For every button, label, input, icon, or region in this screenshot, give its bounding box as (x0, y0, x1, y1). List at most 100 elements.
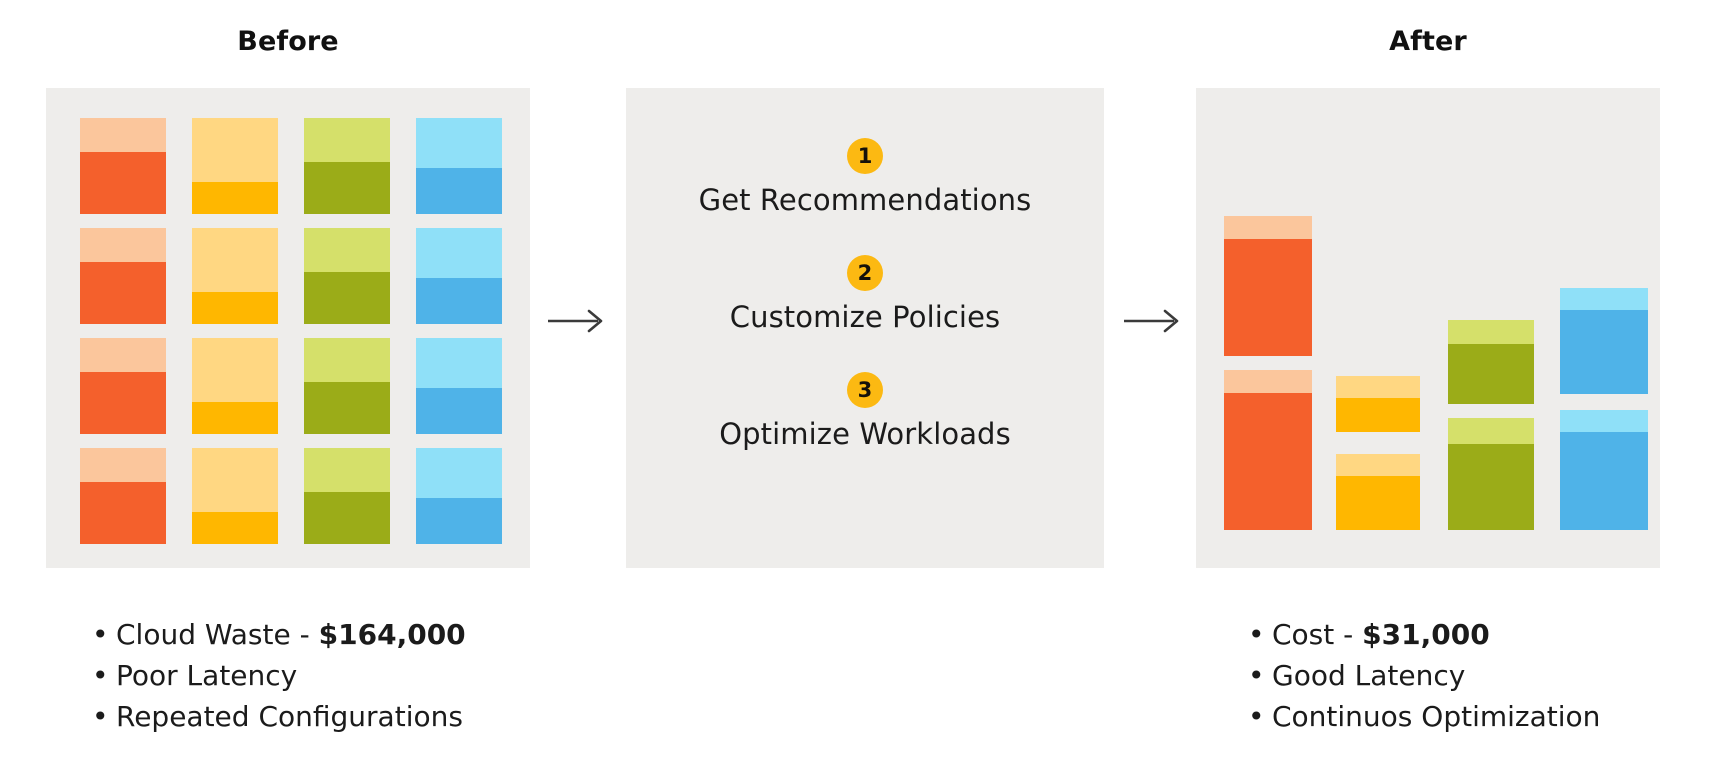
list-item: • Repeated Configurations (92, 696, 652, 737)
list-item-amount: $164,000 (318, 618, 466, 651)
workload-cell (192, 448, 278, 544)
step-item[interactable]: 1 Get Recommendations (699, 138, 1032, 217)
workload-cell (80, 228, 166, 324)
workload-cell-top-segment (192, 338, 278, 402)
page-title-before: Before (237, 26, 339, 57)
after-bar-top-segment (1560, 410, 1648, 432)
workload-cell-top-segment (304, 118, 390, 162)
workload-cell-top-segment (416, 338, 502, 388)
list-item: • Poor Latency (92, 655, 652, 696)
list-item-label: Cost - $31,000 (1272, 618, 1490, 651)
workload-cell-top-segment (80, 118, 166, 152)
workload-cell (80, 448, 166, 544)
bullet-dot-icon: • (92, 700, 109, 733)
workload-cell-top-segment (80, 448, 166, 482)
after-bar-bottom-segment (1336, 398, 1420, 432)
workload-cell-top-segment (80, 228, 166, 262)
workload-cell-top-segment (192, 118, 278, 182)
step-label: Get Recommendations (698, 183, 1032, 217)
workload-cell (416, 228, 502, 324)
workload-cell-bottom-segment (192, 182, 278, 214)
workload-cell (192, 118, 278, 214)
bullet-dot-icon: • (1248, 700, 1265, 733)
workload-cell-top-segment (416, 118, 502, 168)
workload-cell-bottom-segment (416, 388, 502, 434)
workload-cell-bottom-segment (416, 168, 502, 214)
list-item-amount: $31,000 (1362, 618, 1490, 651)
workload-cell (80, 118, 166, 214)
after-bar-bottom-segment (1336, 476, 1420, 530)
workload-cell-bottom-segment (192, 292, 278, 324)
after-bar-bottom-segment (1560, 432, 1648, 530)
workload-cell-bottom-segment (304, 272, 390, 324)
list-item-label: Poor Latency (116, 659, 298, 692)
list-item: • Cost - $31,000 (1248, 614, 1718, 655)
step-label: Optimize Workloads (719, 417, 1011, 451)
after-bar-top-segment (1336, 376, 1420, 398)
after-bar-bottom-segment (1448, 344, 1534, 404)
after-workload-bar (1560, 410, 1648, 530)
after-workload-bar (1448, 418, 1534, 530)
after-bar-top-segment (1560, 288, 1648, 310)
before-workload-grid (80, 118, 504, 544)
workload-cell-bottom-segment (192, 512, 278, 544)
bullet-dot-icon: • (92, 659, 109, 692)
after-workload-bar (1448, 320, 1534, 404)
workload-cell-bottom-segment (80, 262, 166, 324)
workload-cell (192, 338, 278, 434)
after-bar-bottom-segment (1224, 393, 1312, 530)
after-workload-bar (1336, 376, 1420, 432)
bullet-dot-icon: • (1248, 618, 1265, 651)
workload-cell-top-segment (416, 228, 502, 278)
step-number-badge: 3 (846, 372, 883, 408)
workload-cell-top-segment (416, 448, 502, 498)
step-label: Customize Policies (729, 300, 1001, 334)
workload-cell (304, 228, 390, 324)
after-workload-bar (1336, 454, 1420, 530)
workload-cell-bottom-segment (304, 382, 390, 434)
workload-cell-bottom-segment (416, 498, 502, 544)
step-number-badge: 1 (847, 138, 883, 174)
bullet-dot-icon: • (1248, 659, 1265, 692)
after-workload-bar (1560, 288, 1648, 394)
list-item: • Continuos Optimization (1248, 696, 1718, 737)
workload-cell (304, 448, 390, 544)
after-bar-top-segment (1336, 454, 1420, 476)
after-bar-top-segment (1224, 216, 1312, 239)
after-bar-bottom-segment (1448, 444, 1534, 530)
steps-list: 1 Get Recommendations 2 Customize Policies 3… (626, 120, 1104, 540)
workload-cell-bottom-segment (416, 278, 502, 324)
after-workload-bars (1196, 88, 1660, 568)
workload-cell-top-segment (80, 338, 166, 372)
step-item[interactable]: 3 Optimize Workloads (719, 372, 1011, 451)
workload-cell (416, 118, 502, 214)
list-item-label: Continuos Optimization (1272, 700, 1601, 733)
arrow-right-icon (546, 304, 608, 338)
list-item-label: Good Latency (1272, 659, 1466, 692)
list-item-label: Repeated Configurations (116, 700, 463, 733)
after-bar-top-segment (1224, 370, 1312, 393)
before-bullet-list: • Cloud Waste - $164,000 • Poor Latency • Rep… (92, 614, 652, 737)
workload-cell (304, 338, 390, 434)
workload-cell-bottom-segment (192, 402, 278, 434)
workload-cell (80, 338, 166, 434)
after-bar-top-segment (1448, 320, 1534, 344)
arrow-right-icon (1122, 304, 1184, 338)
step-item[interactable]: 2 Customize Policies (730, 255, 1001, 334)
workload-cell-bottom-segment (304, 162, 390, 214)
after-bar-bottom-segment (1224, 239, 1312, 356)
after-bullet-list: • Cost - $31,000 • Good Latency • Continuos O… (1248, 614, 1718, 737)
list-item: • Cloud Waste - $164,000 (92, 614, 652, 655)
workload-cell-top-segment (304, 448, 390, 492)
workload-cell (416, 338, 502, 434)
after-workload-bar (1224, 370, 1312, 530)
workload-cell-bottom-segment (80, 372, 166, 434)
bullet-dot-icon: • (92, 618, 109, 651)
workload-cell (304, 118, 390, 214)
workload-cell-top-segment (304, 228, 390, 272)
after-bar-bottom-segment (1560, 310, 1648, 394)
list-item: • Good Latency (1248, 655, 1718, 696)
workload-cell-bottom-segment (80, 152, 166, 214)
list-item-label: Cloud Waste - $164,000 (116, 618, 466, 651)
workload-cell-top-segment (304, 338, 390, 382)
